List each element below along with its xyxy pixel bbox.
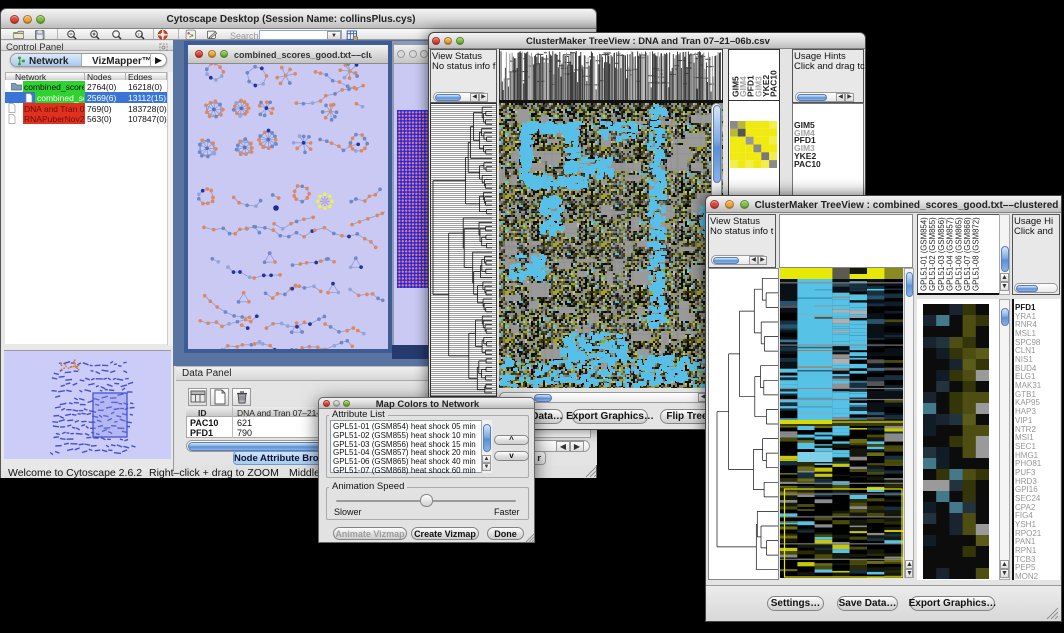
svg-text:GPL51-08 (GSM872): GPL51-08 (GSM872) bbox=[972, 217, 981, 291]
svg-text:GPL51-03 (GSM856): GPL51-03 (GSM856) bbox=[937, 217, 946, 291]
svg-text:PAC10: PAC10 bbox=[769, 70, 779, 97]
svg-text:GPL51-04 (GSM857): GPL51-04 (GSM857) bbox=[946, 217, 955, 291]
svg-text:GPL51-02 (GSM855): GPL51-02 (GSM855) bbox=[928, 217, 937, 291]
svg-text:GPL51-01 (GSM854): GPL51-01 (GSM854) bbox=[920, 217, 929, 291]
svg-text:GPL51-07 (GSM868): GPL51-07 (GSM868) bbox=[963, 217, 972, 291]
svg-text:GPL51-06 (GSM865): GPL51-06 (GSM865) bbox=[954, 217, 963, 291]
svg-text:1:1: 1:1 bbox=[137, 32, 142, 36]
